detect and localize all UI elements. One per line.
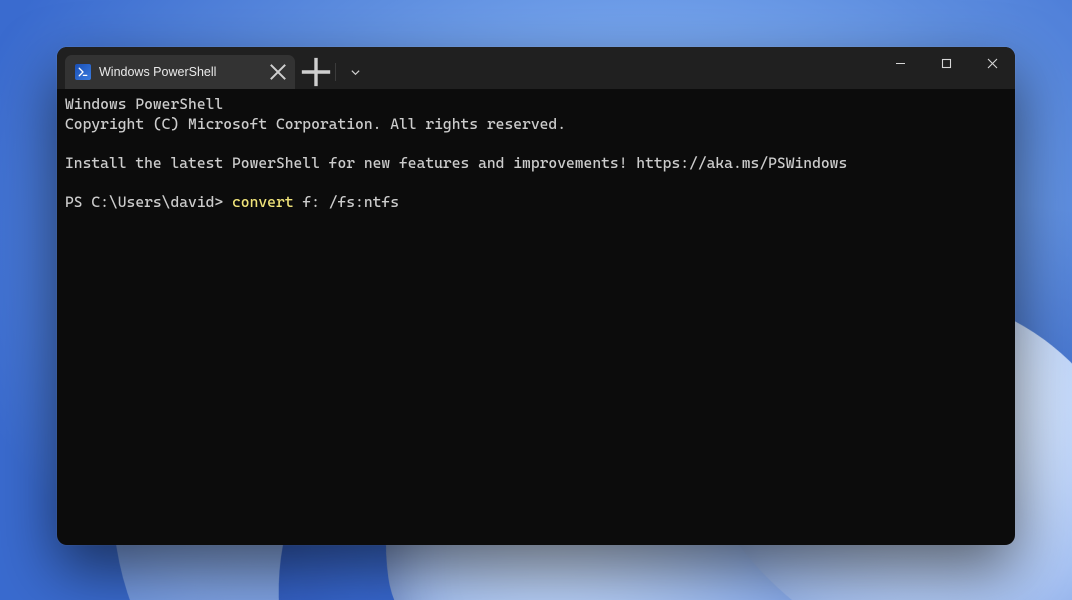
tab-actions <box>299 55 372 89</box>
chevron-down-icon <box>350 67 361 78</box>
plus-icon <box>299 55 333 89</box>
terminal-prompt: PS C:\Users\david> <box>65 193 232 211</box>
terminal-window: Windows PowerShell <box>57 47 1015 545</box>
desktop-wallpaper: Windows PowerShell <box>0 0 1072 600</box>
tab-actions-divider <box>335 63 336 81</box>
terminal-line: Install the latest PowerShell for new fe… <box>65 154 847 172</box>
tab-powershell[interactable]: Windows PowerShell <box>65 55 295 89</box>
window-titlebar[interactable]: Windows PowerShell <box>57 47 1015 89</box>
terminal-output[interactable]: Windows PowerShell Copyright (C) Microso… <box>57 89 1015 545</box>
terminal-command: convert <box>232 193 294 211</box>
minimize-icon <box>895 58 906 69</box>
maximize-icon <box>941 58 952 69</box>
terminal-line: Windows PowerShell <box>65 95 223 113</box>
minimize-button[interactable] <box>877 47 923 79</box>
close-icon <box>269 63 287 81</box>
terminal-command-args: f: /fs:ntfs <box>294 193 399 211</box>
tab-dropdown-button[interactable] <box>338 57 372 87</box>
close-window-button[interactable] <box>969 47 1015 79</box>
maximize-button[interactable] <box>923 47 969 79</box>
powershell-icon <box>75 64 91 80</box>
tab-close-button[interactable] <box>269 63 287 81</box>
terminal-line: Copyright (C) Microsoft Corporation. All… <box>65 115 566 133</box>
new-tab-button[interactable] <box>299 57 333 87</box>
window-controls <box>877 47 1015 89</box>
close-icon <box>987 58 998 69</box>
tab-title: Windows PowerShell <box>99 65 216 79</box>
